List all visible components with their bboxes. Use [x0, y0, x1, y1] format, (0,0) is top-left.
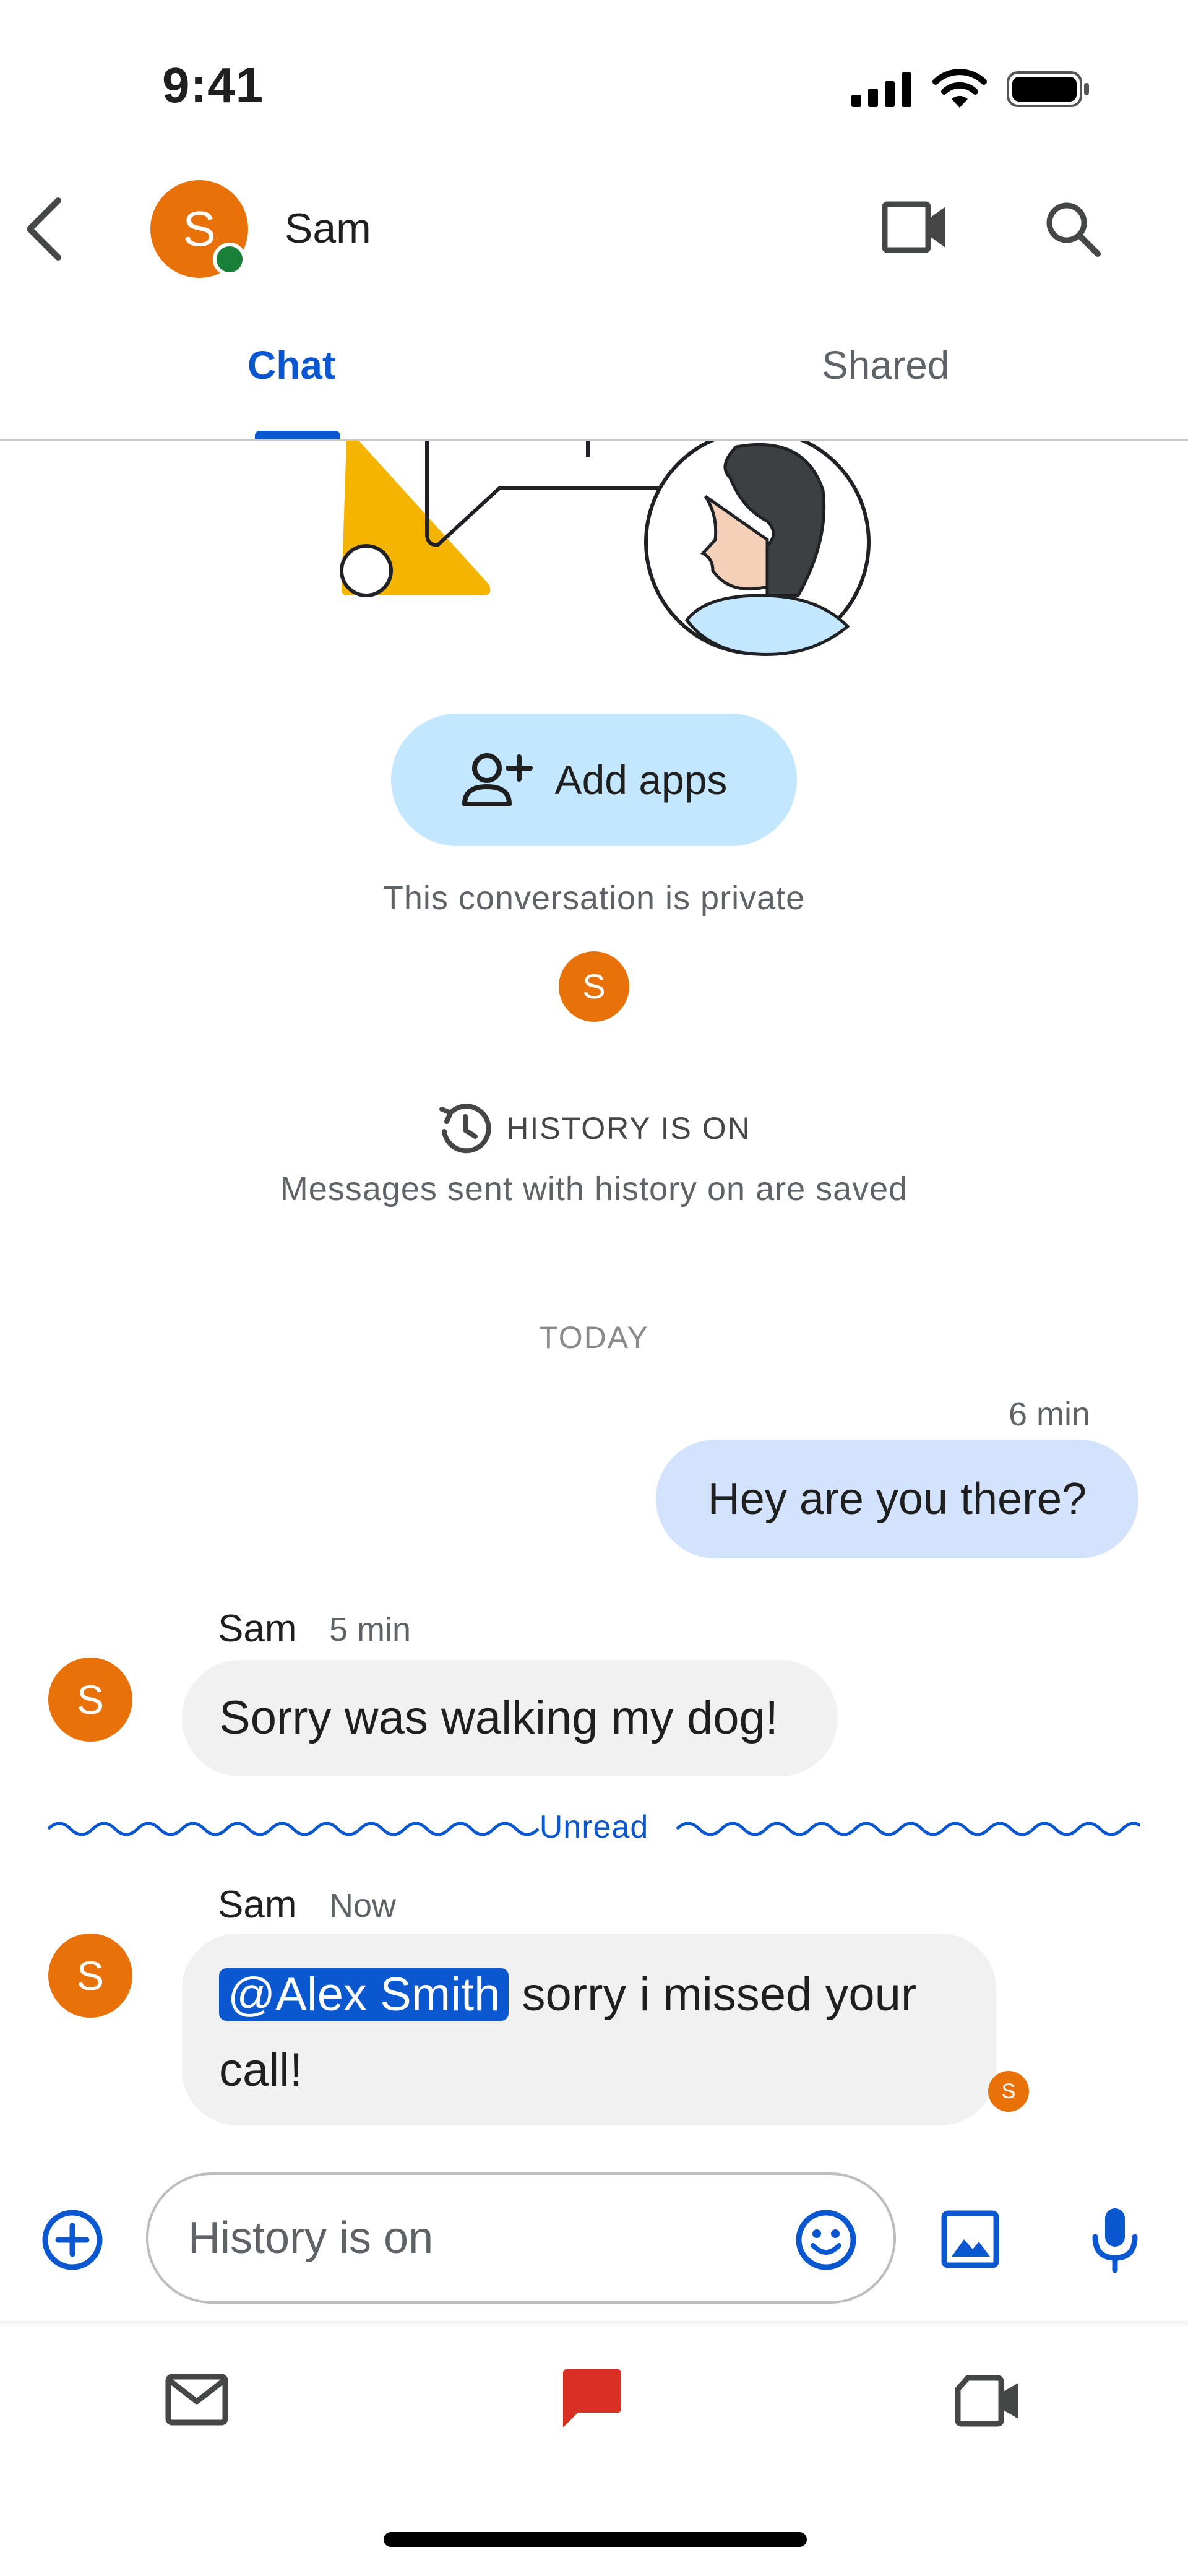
- unread-label: Unread: [539, 1809, 649, 1845]
- incoming-message-bubble[interactable]: Sorry was walking my dog!: [182, 1660, 838, 1776]
- add-apps-button[interactable]: Add apps: [391, 714, 797, 846]
- message-input-placeholder: History is on: [188, 2213, 434, 2263]
- message-time: 5 min: [329, 1611, 411, 1648]
- battery-icon: [1007, 71, 1089, 107]
- history-clock-icon: [439, 1104, 491, 1154]
- sender-avatar[interactable]: S: [48, 1658, 132, 1742]
- add-person-icon: [462, 753, 533, 806]
- back-arrow-icon[interactable]: [22, 197, 66, 261]
- user-mention[interactable]: @Alex Smith: [219, 1968, 509, 2021]
- video-call-icon[interactable]: [955, 2374, 1021, 2427]
- message-time: Now: [329, 1887, 397, 1924]
- message-sender: Sam: [218, 1607, 297, 1650]
- status-time: 9:41: [162, 58, 264, 113]
- search-icon[interactable]: [1043, 199, 1103, 259]
- mail-icon[interactable]: [165, 2373, 229, 2426]
- tab-shared[interactable]: Shared: [822, 342, 949, 388]
- date-divider: TODAY: [539, 1320, 649, 1355]
- conversation-illustration: [340, 441, 871, 656]
- tab-chat[interactable]: Chat: [248, 342, 335, 388]
- sender-avatar[interactable]: S: [48, 1934, 132, 2018]
- home-indicator: [384, 2532, 807, 2547]
- bottom-nav-divider: [0, 2321, 1188, 2327]
- history-title: HISTORY IS ON: [506, 1111, 751, 1146]
- incoming-message-bubble[interactable]: @Alex Smith sorry i missed your call!: [182, 1934, 996, 2125]
- chat-icon[interactable]: [559, 2368, 624, 2430]
- participant-avatar: S: [559, 951, 629, 1022]
- add-attachment-icon[interactable]: [41, 2208, 104, 2271]
- emoji-icon[interactable]: [794, 2208, 858, 2271]
- add-apps-label: Add apps: [554, 757, 728, 803]
- read-receipt-avatar: S: [988, 2071, 1029, 2112]
- privacy-notice: This conversation is private: [382, 880, 806, 917]
- history-status: HISTORY IS ON: [0, 1100, 1188, 1156]
- outgoing-message-bubble[interactable]: Hey are you there?: [656, 1440, 1138, 1558]
- message-text-line-1: sorry i missed your: [509, 1968, 917, 2021]
- outgoing-message-time: 6 min: [1009, 1396, 1091, 1433]
- wifi-icon: [932, 69, 987, 108]
- cellular-signal-icon: [851, 72, 911, 107]
- contact-name[interactable]: Sam: [285, 204, 371, 253]
- history-subtitle: Messages sent with history on are saved: [280, 1170, 908, 1208]
- video-call-icon[interactable]: [881, 199, 949, 255]
- message-sender: Sam: [218, 1883, 297, 1926]
- online-status-indicator: [213, 243, 246, 276]
- image-upload-icon[interactable]: [940, 2210, 1000, 2269]
- microphone-icon[interactable]: [1090, 2206, 1140, 2274]
- tab-selected-indicator: [255, 431, 340, 439]
- message-text-line-2: call!: [219, 2044, 303, 2096]
